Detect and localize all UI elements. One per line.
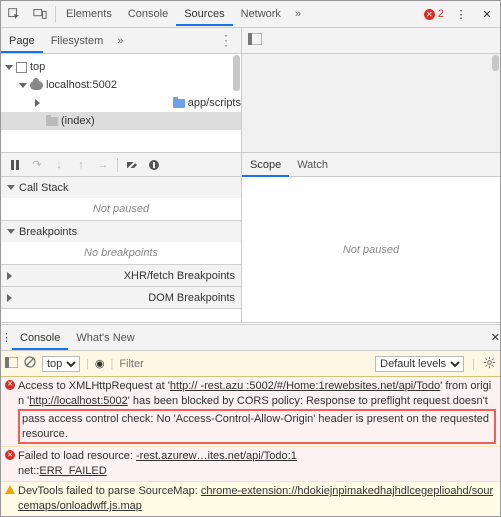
navigator-tabs: Page Filesystem » ⋮ bbox=[1, 28, 241, 54]
drawer-tab-console[interactable]: Console bbox=[12, 326, 68, 350]
step-into-icon[interactable]: ↓ bbox=[49, 155, 69, 175]
dom-breakpoints-section: DOM Breakpoints bbox=[1, 287, 241, 309]
more-nav-icon[interactable]: » bbox=[111, 35, 129, 47]
filter-input[interactable] bbox=[119, 358, 179, 370]
section-body: No breakpoints bbox=[1, 242, 241, 264]
log-levels-select[interactable]: Default levels bbox=[375, 356, 464, 372]
tab-elements[interactable]: Elements bbox=[58, 2, 120, 26]
device-toolbar-icon[interactable] bbox=[27, 1, 53, 27]
warning-text: DevTools failed to parse SourceMap: chro… bbox=[18, 484, 496, 514]
drawer-header: ⋮ Console What's New ✕ bbox=[1, 325, 500, 351]
section-header[interactable]: Breakpoints bbox=[1, 221, 241, 242]
scope-pane: Scope Watch Not paused bbox=[242, 153, 500, 322]
pause-on-exceptions-icon[interactable] bbox=[144, 155, 164, 175]
step-out-icon[interactable]: ↑ bbox=[71, 155, 91, 175]
tab-sources[interactable]: Sources bbox=[176, 2, 232, 26]
scrollbar-thumb[interactable] bbox=[233, 55, 240, 91]
warning-icon bbox=[5, 485, 15, 494]
scope-tabs: Scope Watch bbox=[242, 153, 500, 177]
debug-controls: ↷ ↓ ↑ → bbox=[1, 153, 241, 177]
xhr-breakpoints-section: XHR/fetch Breakpoints bbox=[1, 265, 241, 287]
chevron-right-icon bbox=[35, 99, 170, 107]
console-filter-bar: top | ◉ | Default levels | bbox=[1, 351, 500, 377]
kebab-menu-icon[interactable]: ⋮ bbox=[211, 32, 241, 49]
chevron-right-icon bbox=[7, 272, 120, 280]
frame-icon bbox=[16, 62, 27, 73]
tab-filesystem[interactable]: Filesystem bbox=[43, 29, 112, 53]
editor-pane bbox=[242, 28, 500, 152]
section-body: Not paused bbox=[1, 198, 241, 220]
error-icon: ✕ bbox=[5, 380, 15, 390]
clear-console-icon[interactable] bbox=[24, 356, 36, 371]
step-over-icon[interactable]: ↷ bbox=[27, 155, 47, 175]
sidebar-toggle-icon[interactable] bbox=[248, 33, 262, 48]
debugger-sidebar: ↷ ↓ ↑ → Call Stack Not paused Breakpoint… bbox=[1, 153, 242, 322]
error-icon: ✕ bbox=[5, 450, 15, 460]
tab-page[interactable]: Page bbox=[1, 29, 43, 53]
chevron-down-icon bbox=[7, 229, 15, 234]
tree-row-host[interactable]: localhost:5002 bbox=[1, 76, 241, 94]
close-icon[interactable]: ✕ bbox=[474, 1, 500, 27]
console-messages: ✕ Access to XMLHttpRequest at 'http:// -… bbox=[1, 377, 500, 516]
section-header[interactable]: XHR/fetch Breakpoints bbox=[1, 265, 241, 286]
console-drawer: ⋮ Console What's New ✕ top | ◉ | Default… bbox=[1, 324, 500, 516]
sources-upper: Page Filesystem » ⋮ top localhost:5002 a… bbox=[1, 28, 500, 153]
tree-row-top[interactable]: top bbox=[1, 58, 241, 76]
sidebar-toggle-icon[interactable] bbox=[5, 357, 18, 371]
devtools-topbar: Elements Console Sources Network » ✕2 ⋮ … bbox=[1, 1, 500, 28]
divider bbox=[55, 6, 56, 22]
section-header[interactable]: DOM Breakpoints bbox=[1, 287, 241, 308]
file-tree: top localhost:5002 app/scripts (index) bbox=[1, 54, 241, 152]
callstack-section: Call Stack Not paused bbox=[1, 177, 241, 221]
navigator-pane: Page Filesystem » ⋮ top localhost:5002 a… bbox=[1, 28, 242, 152]
error-count-badge[interactable]: ✕2 bbox=[424, 8, 444, 20]
tab-console[interactable]: Console bbox=[120, 2, 176, 26]
eye-icon[interactable]: ◉ bbox=[95, 357, 105, 370]
divider bbox=[117, 158, 118, 172]
kebab-menu-icon[interactable]: ⋮ bbox=[448, 1, 474, 27]
error-text: Failed to load resource: -rest.azurew…it… bbox=[18, 449, 496, 479]
close-icon[interactable]: ✕ bbox=[491, 331, 500, 344]
kebab-menu-icon[interactable]: ⋮ bbox=[1, 331, 12, 344]
scope-body: Not paused bbox=[242, 177, 500, 322]
gear-icon[interactable] bbox=[483, 356, 496, 372]
inspect-element-icon[interactable] bbox=[1, 1, 27, 27]
context-select[interactable]: top bbox=[42, 356, 80, 372]
folder-icon bbox=[46, 117, 58, 126]
console-warning-row[interactable]: DevTools failed to parse SourceMap: chro… bbox=[1, 482, 500, 516]
error-text: Access to XMLHttpRequest at 'http:// -re… bbox=[18, 379, 496, 444]
pause-icon[interactable] bbox=[5, 155, 25, 175]
cloud-icon bbox=[30, 81, 43, 90]
chevron-right-icon bbox=[7, 294, 144, 302]
editor-tabbar bbox=[242, 28, 500, 54]
tab-scope[interactable]: Scope bbox=[242, 153, 289, 177]
console-error-row[interactable]: ✕ Access to XMLHttpRequest at 'http:// -… bbox=[1, 377, 500, 447]
debugger-panes: ↷ ↓ ↑ → Call Stack Not paused Breakpoint… bbox=[1, 153, 500, 323]
breakpoints-section: Breakpoints No breakpoints bbox=[1, 221, 241, 265]
chevron-down-icon bbox=[5, 65, 13, 70]
folder-icon bbox=[173, 99, 185, 108]
section-header[interactable]: Call Stack bbox=[1, 177, 241, 198]
console-error-row[interactable]: ✕ Failed to load resource: -rest.azurew…… bbox=[1, 447, 500, 482]
more-tabs-icon[interactable]: » bbox=[289, 8, 307, 20]
tab-network[interactable]: Network bbox=[233, 2, 289, 26]
tree-row-file[interactable]: (index) bbox=[1, 112, 241, 130]
chevron-down-icon bbox=[19, 83, 27, 88]
step-icon[interactable]: → bbox=[93, 155, 113, 175]
main-tabs: Elements Console Sources Network » bbox=[58, 2, 424, 26]
editor-area[interactable] bbox=[242, 54, 500, 152]
tree-row-folder[interactable]: app/scripts bbox=[1, 94, 241, 112]
scrollbar-thumb[interactable] bbox=[492, 55, 499, 71]
tab-watch[interactable]: Watch bbox=[289, 153, 336, 177]
drawer-tab-whatsnew[interactable]: What's New bbox=[68, 326, 142, 350]
chevron-down-icon bbox=[7, 185, 15, 190]
deactivate-breakpoints-icon[interactable] bbox=[122, 155, 142, 175]
